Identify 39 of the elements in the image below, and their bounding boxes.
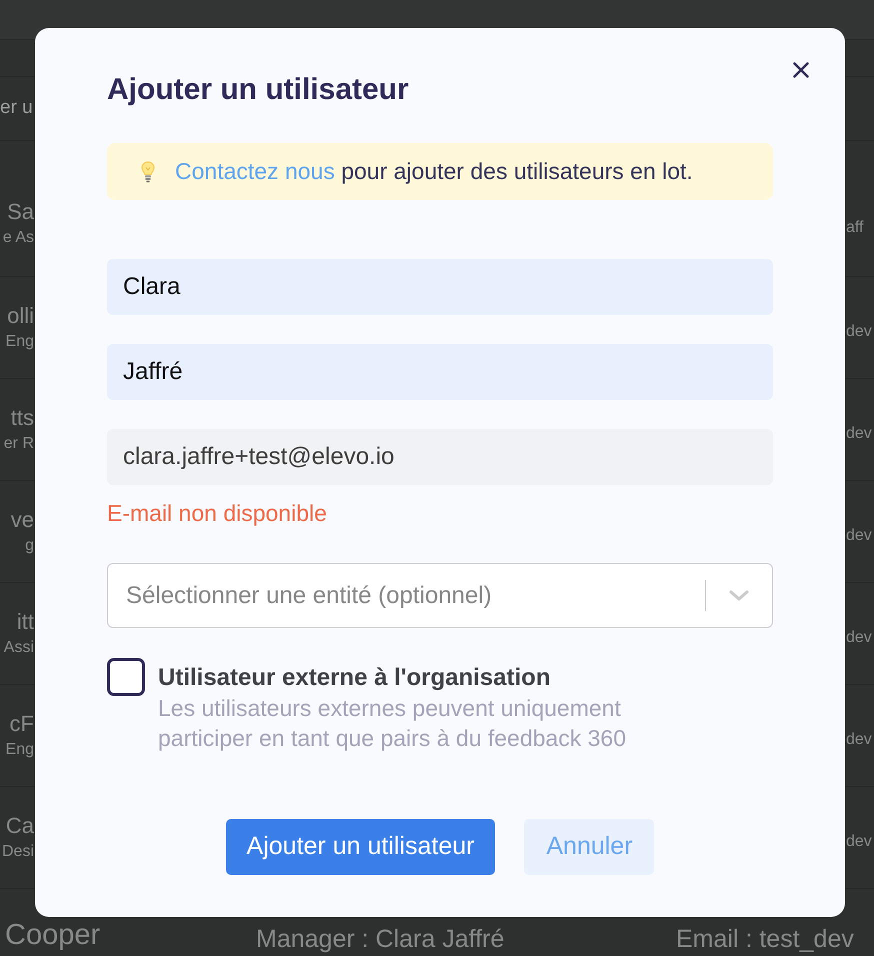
entity-select[interactable]: Sélectionner une entité (optionnel) xyxy=(107,563,773,628)
chevron-down-icon xyxy=(729,590,749,601)
lightbulb-icon xyxy=(141,160,155,182)
user-email: dev xyxy=(846,424,873,444)
user-name: Ca xyxy=(4,812,34,840)
add-user-button[interactable]: Ajouter un utilisateur xyxy=(226,819,496,875)
user-name: Cooper xyxy=(4,920,102,950)
dialog-title: Ajouter un utilisateur xyxy=(107,72,410,108)
user-email: dev xyxy=(846,832,873,852)
user-role: er R xyxy=(2,434,34,454)
user-email: Email : test_dev xyxy=(676,926,854,952)
user-email: dev xyxy=(846,628,873,648)
user-role: Desi xyxy=(0,842,34,862)
notice-text: Contactez nous pour ajouter des utilisateurs en lot. xyxy=(175,157,693,186)
user-name: Sa xyxy=(6,198,34,226)
text-input[interactable]: Jaffré xyxy=(107,344,773,400)
user-role: e As xyxy=(2,228,34,248)
user-email: aff xyxy=(846,218,864,238)
error-message: E-mail non disponible xyxy=(107,500,328,526)
user-name: tts xyxy=(10,404,34,432)
user-name: ve xyxy=(10,506,34,534)
user-role: Eng xyxy=(4,740,34,760)
user-manager: Manager : Clara Jaffré xyxy=(256,926,506,952)
close-icon xyxy=(793,62,809,78)
user-role: Eng xyxy=(4,332,34,352)
checkbox-description: Les utilisateurs externes peuvent uniquement participer en tant que pairs à du feedback 360 xyxy=(158,694,627,753)
search-field[interactable]: er u xyxy=(0,94,34,123)
user-name: itt xyxy=(16,608,34,636)
user-email: dev xyxy=(846,322,873,342)
user-role: Assi xyxy=(2,638,34,658)
checkbox[interactable] xyxy=(107,658,145,696)
checkbox-label: Utilisateur externe à l'organisation xyxy=(158,663,552,693)
user-email: dev xyxy=(846,730,873,750)
user-name: olli xyxy=(6,302,34,330)
text-input[interactable]: Clara xyxy=(107,259,773,315)
user-email: dev xyxy=(846,526,873,546)
text-input[interactable]: clara.jaffre+test@elevo.io xyxy=(107,429,773,485)
user-name: cF xyxy=(8,710,34,738)
user-role: g xyxy=(24,536,34,556)
